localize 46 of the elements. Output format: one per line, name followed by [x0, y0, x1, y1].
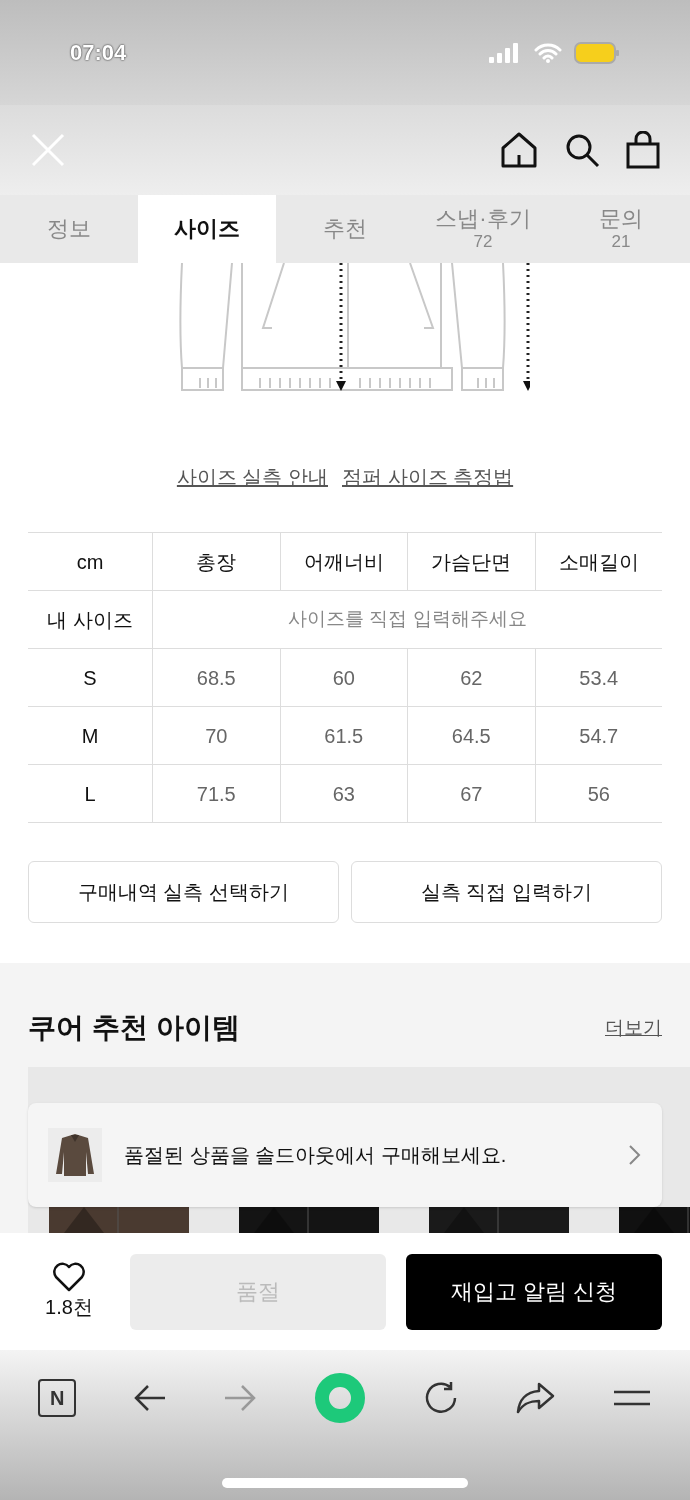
- share-arrow-icon[interactable]: [515, 1381, 556, 1415]
- shopping-bag-icon[interactable]: [626, 131, 660, 169]
- table-cell: 62: [407, 649, 535, 706]
- size-action-button[interactable]: 실측 직접 입력하기: [351, 861, 662, 923]
- table-cell: 68.5: [152, 649, 280, 706]
- banner-text: 품절된 상품을 솔드아웃에서 구매해보세요.: [124, 1143, 508, 1168]
- table-cell: 53.4: [534, 649, 662, 706]
- table-cell: 60: [279, 649, 407, 706]
- menu-icon[interactable]: [611, 1388, 652, 1408]
- column-header: 총장: [152, 533, 280, 590]
- soldout-banner[interactable]: 품절된 상품을 솔드아웃에서 구매해보세요.: [28, 1103, 662, 1207]
- row-header: L: [83, 781, 97, 807]
- size-action-button[interactable]: 구매내역 실측 선택하기: [28, 861, 339, 923]
- chevron-right-icon: [628, 1144, 642, 1166]
- guide-link[interactable]: 사이즈 실측 안내: [176, 462, 328, 492]
- section-title: 쿠어 추천 아이템: [28, 1011, 240, 1045]
- table-cell: 64.5: [407, 707, 535, 764]
- battery-icon: [574, 40, 620, 65]
- tab[interactable]: 사이즈: [138, 195, 276, 263]
- guide-link[interactable]: 점퍼 사이즈 측정법: [342, 462, 514, 492]
- search-icon[interactable]: [564, 132, 600, 168]
- table-cell: 56: [534, 765, 662, 822]
- heart-icon[interactable]: [52, 1261, 86, 1292]
- back-arrow-icon[interactable]: [132, 1383, 167, 1413]
- jacket-thumbnail: [48, 1128, 102, 1182]
- status-time: 07:04: [70, 39, 127, 67]
- table-cell: 71.5: [152, 765, 280, 822]
- wifi-icon: [534, 41, 562, 64]
- column-header: cm: [75, 549, 105, 575]
- more-link[interactable]: 더보기: [605, 1013, 662, 1043]
- column-header: 어깨너비: [279, 533, 407, 590]
- column-header: 가슴단면: [407, 533, 535, 590]
- table-cell: 67: [407, 765, 535, 822]
- row-header: 내 사이즈: [46, 607, 134, 633]
- naver-home-button[interactable]: N: [38, 1379, 77, 1417]
- row-header: M: [80, 723, 100, 749]
- table-cell: 61.5: [279, 707, 407, 764]
- table-cell: 63: [279, 765, 407, 822]
- size-input-field[interactable]: 사이즈를 직접 입력해주세요: [152, 591, 662, 648]
- column-header: 소매길이: [534, 533, 662, 590]
- row-header: S: [82, 665, 98, 691]
- table-cell: 70: [152, 707, 280, 764]
- home-icon[interactable]: [500, 131, 538, 169]
- like-count: 1.8천: [45, 1294, 93, 1320]
- table-cell: 54.7: [534, 707, 662, 764]
- restock-alert-button[interactable]: 재입고 알림 신청: [406, 1253, 662, 1330]
